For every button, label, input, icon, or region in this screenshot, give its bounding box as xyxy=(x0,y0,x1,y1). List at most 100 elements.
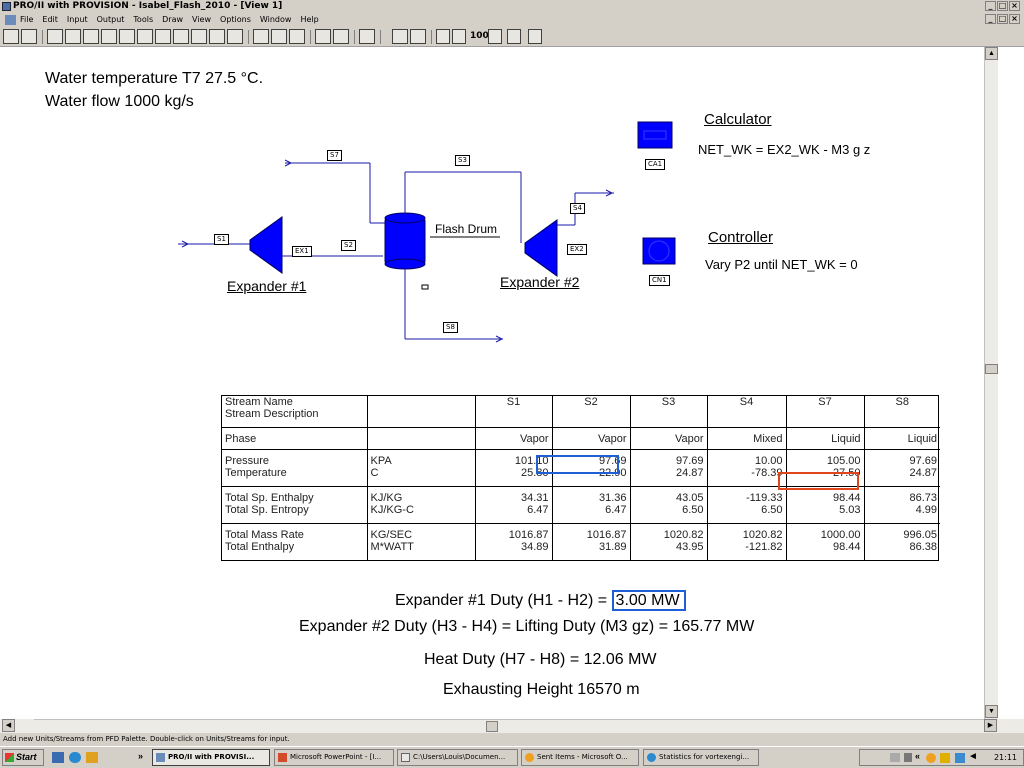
thermo-icon[interactable] xyxy=(83,29,99,44)
stream-label-s3[interactable]: S3 xyxy=(455,155,470,166)
unit-label-cn1[interactable]: CN1 xyxy=(649,275,670,286)
outlook-tray-icon[interactable] xyxy=(926,753,936,763)
internet-explorer-icon[interactable] xyxy=(69,752,81,763)
task-outlook[interactable]: Sent Items - Microsoft O... xyxy=(521,749,639,766)
unit-label-ex1[interactable]: EX1 xyxy=(292,246,312,257)
minimize-button[interactable]: _ xyxy=(985,1,996,11)
curve-icon[interactable] xyxy=(119,29,135,44)
scroll-right-icon[interactable]: ▶ xyxy=(984,719,997,732)
menu-file[interactable]: File xyxy=(20,14,33,26)
flowsheet-icon[interactable] xyxy=(3,29,19,44)
menu-help[interactable]: Help xyxy=(300,14,318,26)
outlook-quicklaunch-icon[interactable] xyxy=(86,752,98,763)
stream-label-s8[interactable]: S8 xyxy=(443,322,458,333)
enthalpy-s4: -119.33 xyxy=(746,491,783,504)
menu-input[interactable]: Input xyxy=(67,14,88,26)
app-icon[interactable] xyxy=(2,2,11,11)
chart-icon[interactable] xyxy=(137,29,153,44)
menu-tools[interactable]: Tools xyxy=(133,14,153,26)
taskbar: Start » PRO/II with PROVISI... Microsoft… xyxy=(0,746,1024,768)
security-tray-icon[interactable] xyxy=(940,753,950,763)
ratio-icon[interactable] xyxy=(155,29,171,44)
mass-rate-s1: 1016.87 xyxy=(508,528,549,541)
total-enthalpy-s3: 43.95 xyxy=(675,540,704,553)
stream-icon[interactable] xyxy=(315,29,331,44)
show-desktop-icon[interactable] xyxy=(52,752,64,763)
task-powerpoint[interactable]: Microsoft PowerPoint - [I... xyxy=(274,749,394,766)
unit-mass-rate: KG/SEC xyxy=(370,528,413,541)
total-enthalpy-s2: 31.89 xyxy=(598,540,627,553)
tray-expand-icon[interactable]: « xyxy=(915,751,920,761)
data-entry-icon[interactable] xyxy=(21,29,37,44)
horizontal-scroll-thumb[interactable] xyxy=(486,721,498,732)
plot-icon[interactable] xyxy=(333,29,349,44)
printer-tray-icon[interactable] xyxy=(890,753,900,762)
arrow-left-icon[interactable] xyxy=(271,29,287,44)
flask-icon[interactable] xyxy=(101,29,117,44)
text-icon[interactable] xyxy=(392,29,408,44)
quicklaunch-overflow-icon[interactable]: » xyxy=(138,751,143,761)
maximize-button[interactable]: □ xyxy=(997,1,1008,11)
menu-output[interactable]: Output xyxy=(97,14,125,26)
row-label-enthalpy: Total Sp. Enthalpy xyxy=(225,491,314,504)
menu-window[interactable]: Window xyxy=(260,14,292,26)
task-explorer[interactable]: C:\Users\Louis\Documen... xyxy=(397,749,518,766)
vertical-scrollbar[interactable]: ▲ ▼ xyxy=(984,47,998,719)
horizontal-scrollbar[interactable] xyxy=(34,719,984,733)
menu-options[interactable]: Options xyxy=(220,14,251,26)
menu-edit[interactable]: Edit xyxy=(42,14,58,26)
pointer-icon[interactable] xyxy=(359,29,375,44)
entropy-s3: 6.50 xyxy=(682,503,704,516)
document-icon[interactable] xyxy=(5,15,16,25)
help-icon[interactable] xyxy=(528,29,542,44)
stream-label-s4[interactable]: S4 xyxy=(570,203,585,214)
volume-icon[interactable]: ◄ xyxy=(968,751,978,762)
task-browser[interactable]: Statistics for vortexengi... xyxy=(643,749,759,766)
line-icon[interactable] xyxy=(289,29,305,44)
clock[interactable]: 21:11 xyxy=(994,750,1017,765)
scroll-left-icon[interactable]: ◀ xyxy=(2,719,15,732)
enthalpy-s1: 34.31 xyxy=(520,491,549,504)
scroll-up-icon[interactable]: ▲ xyxy=(985,47,998,60)
doc-restore-button[interactable]: □ xyxy=(997,14,1008,24)
task-powerpoint-label: Microsoft PowerPoint - [I... xyxy=(290,753,382,761)
numbers-icon[interactable] xyxy=(209,29,225,44)
units-icon[interactable] xyxy=(47,29,63,44)
delete-icon[interactable] xyxy=(436,29,450,44)
unit-label-ca1[interactable]: CA1 xyxy=(645,159,666,170)
unit-label-ex2[interactable]: EX2 xyxy=(567,244,587,255)
menu-bar: File Edit Input Output Tools Draw View O… xyxy=(0,13,1024,27)
menu-draw[interactable]: Draw xyxy=(162,14,183,26)
connection-tray-icon[interactable] xyxy=(955,753,965,763)
start-button[interactable]: Start xyxy=(2,749,44,766)
stream-label-s1[interactable]: S1 xyxy=(214,234,229,245)
hscroll-right-area: ▶ xyxy=(984,719,1024,733)
pencil-icon[interactable] xyxy=(507,29,521,44)
split-icon[interactable] xyxy=(452,29,466,44)
phase-s4: Mixed xyxy=(706,427,786,450)
doc-close-button[interactable]: × xyxy=(1009,14,1020,24)
doc-minimize-button[interactable]: _ xyxy=(985,14,996,24)
phase-s7: Liquid xyxy=(785,427,864,450)
zoom-level[interactable]: 100 xyxy=(470,31,489,41)
total-enthalpy-s1: 34.89 xyxy=(520,540,549,553)
components-icon[interactable] xyxy=(65,29,81,44)
canvas-margin xyxy=(998,47,1024,719)
network-tray-icon[interactable] xyxy=(904,753,912,762)
copy-icon[interactable] xyxy=(410,29,426,44)
stream-label-s7[interactable]: S7 xyxy=(327,150,342,161)
task-pro2[interactable]: PRO/II with PROVISI... xyxy=(152,749,270,766)
grid-icon[interactable] xyxy=(191,29,207,44)
scroll-down-icon[interactable]: ▼ xyxy=(985,705,998,718)
phase-s8: Liquid xyxy=(863,427,940,450)
zoom-icon[interactable] xyxy=(488,29,502,44)
close-button[interactable]: × xyxy=(1009,1,1020,11)
row-label-entropy: Total Sp. Entropy xyxy=(225,503,309,516)
menu-view[interactable]: View xyxy=(192,14,211,26)
stream-label-s2[interactable]: S2 xyxy=(341,240,356,251)
vertical-scroll-thumb[interactable] xyxy=(985,364,998,374)
matrix-icon[interactable] xyxy=(173,29,189,44)
window-icon[interactable] xyxy=(253,29,269,44)
controller-spec: Vary P2 until NET_WK = 0 xyxy=(705,257,858,272)
run-icon[interactable] xyxy=(227,29,243,44)
